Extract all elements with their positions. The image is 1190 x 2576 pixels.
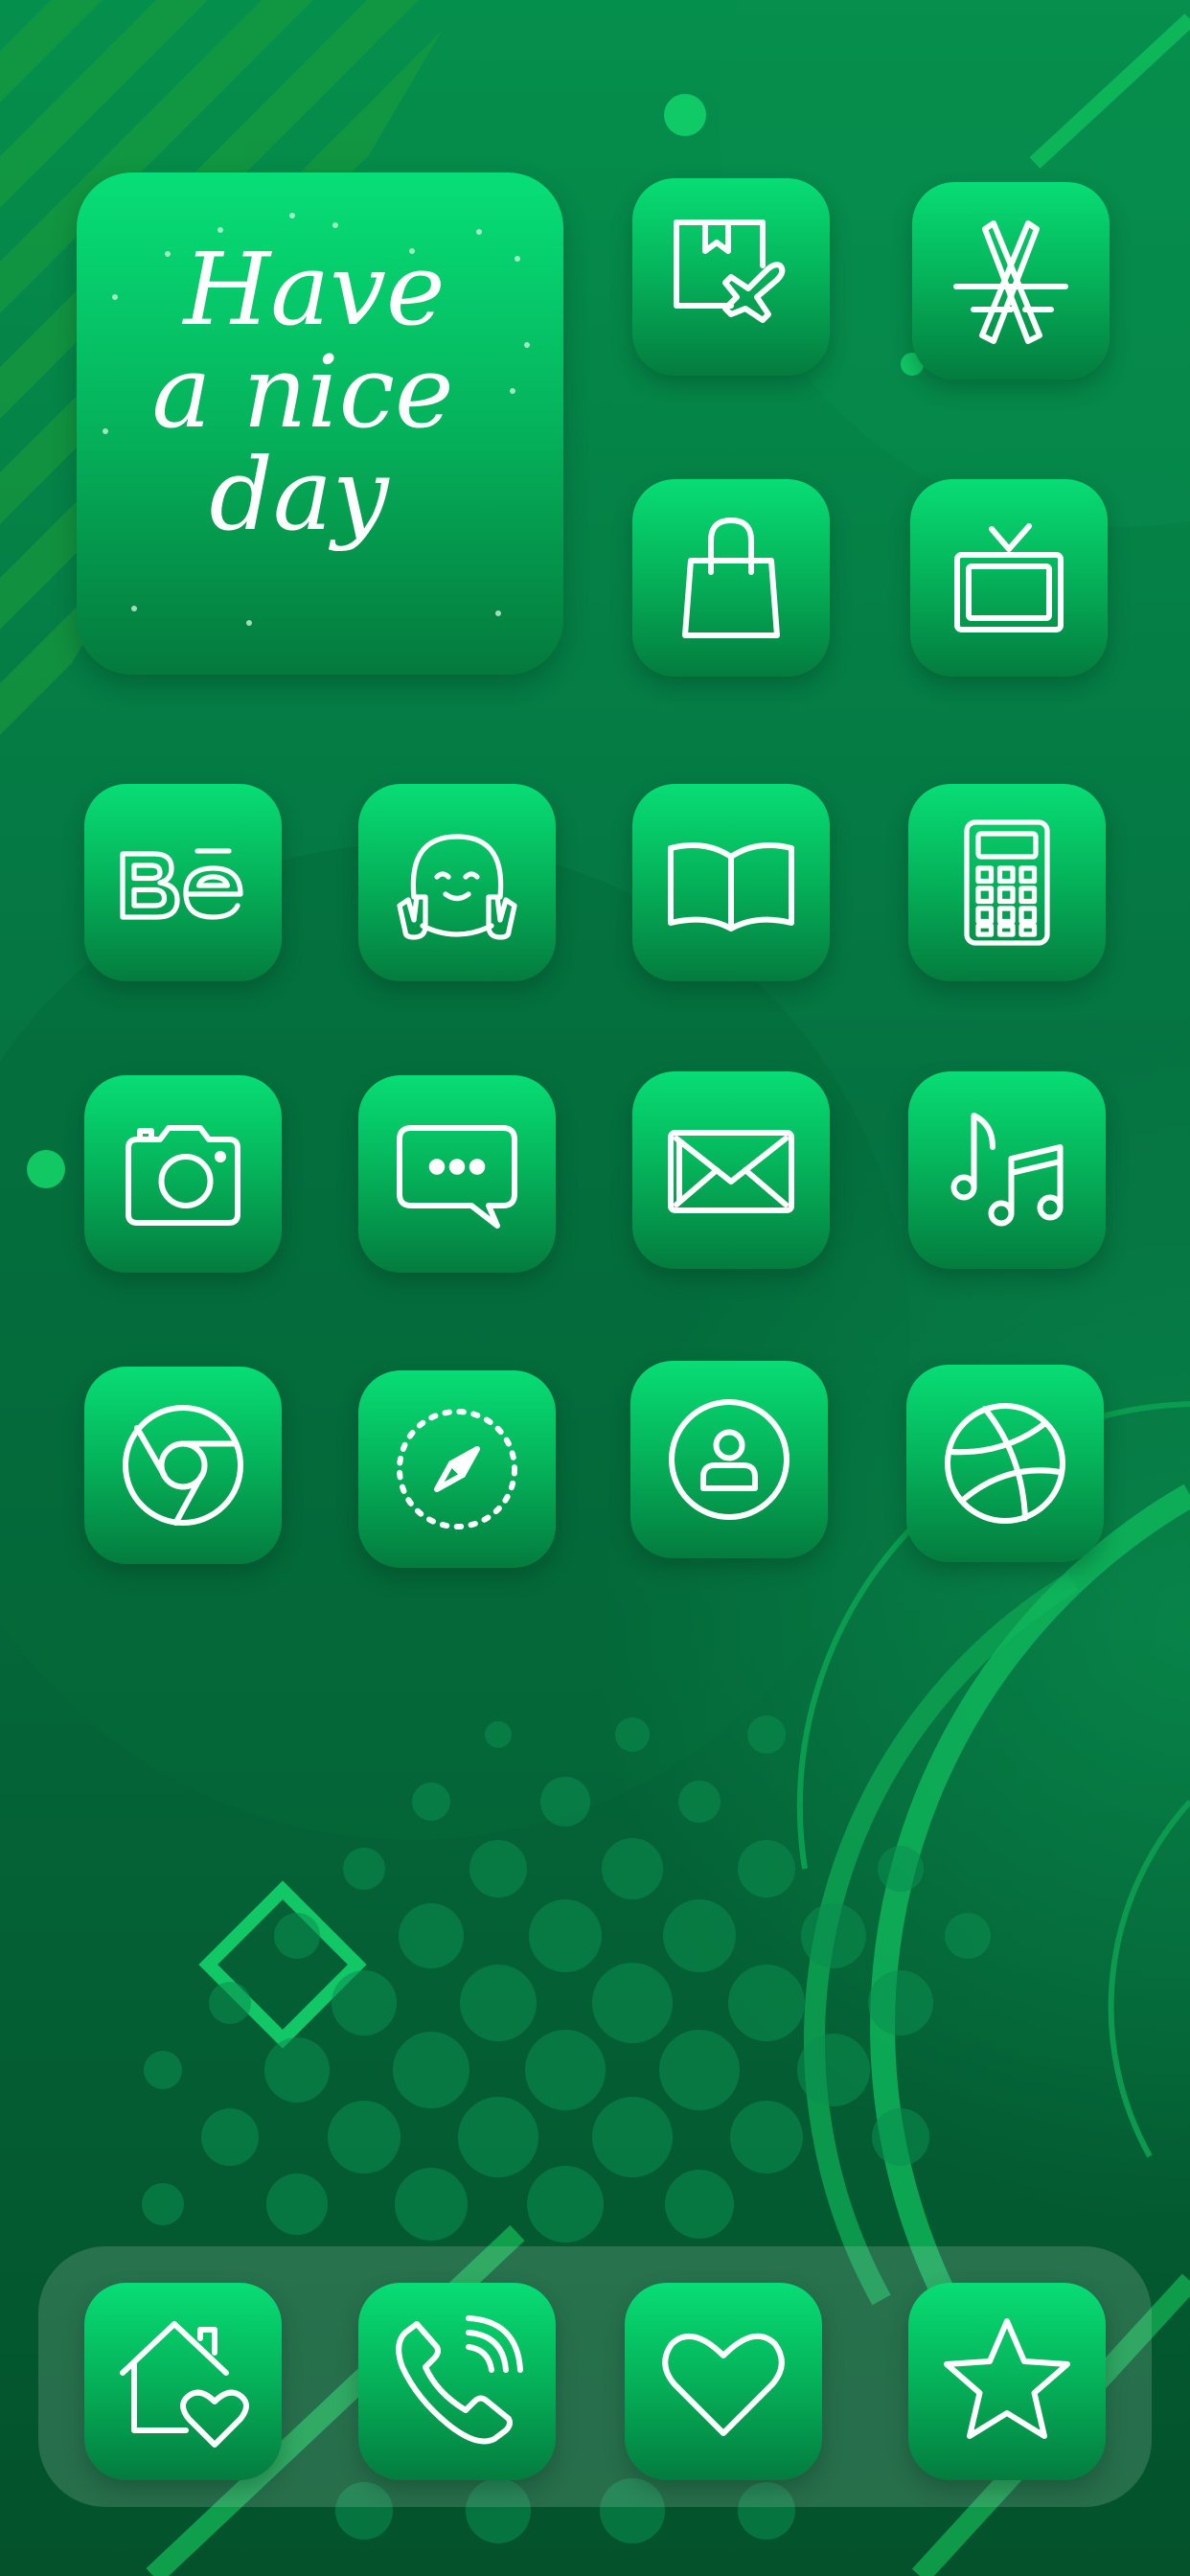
- calculator-icon: [935, 811, 1079, 954]
- favorites-dock-icon[interactable]: [625, 2283, 822, 2480]
- basketball-icon: [933, 1392, 1077, 1535]
- smiley-peace-icon: [385, 811, 529, 954]
- open-book-icon: [659, 811, 803, 954]
- camera-app-icon[interactable]: [84, 1075, 282, 1273]
- app-store-app-icon[interactable]: [912, 182, 1110, 380]
- behance-icon: [111, 811, 255, 954]
- phone-icon: [385, 2310, 529, 2453]
- shopping-app-icon[interactable]: [632, 479, 830, 677]
- heart-icon: [652, 2310, 795, 2453]
- star-icon: [935, 2310, 1079, 2453]
- books-app-icon[interactable]: [632, 784, 830, 981]
- widget-line-3: day: [209, 436, 390, 553]
- app-store-icon: [939, 209, 1083, 353]
- have-a-nice-day-widget[interactable]: Have a nice day: [77, 172, 563, 675]
- tv-icon: [937, 506, 1081, 650]
- starred-dock-icon[interactable]: [908, 2283, 1106, 2480]
- house-heart-icon: [111, 2310, 255, 2453]
- messages-app-icon[interactable]: [358, 1075, 556, 1273]
- tv-app-icon[interactable]: [910, 479, 1108, 677]
- envelope-icon: [659, 1098, 803, 1242]
- chrome-icon: [111, 1393, 255, 1537]
- music-app-icon[interactable]: [908, 1071, 1106, 1269]
- phone-dock-icon[interactable]: [358, 2283, 556, 2480]
- calculator-app-icon[interactable]: [908, 784, 1106, 981]
- contacts-app-icon[interactable]: [630, 1361, 828, 1558]
- package-airplane-icon: [659, 205, 803, 349]
- camera-icon: [111, 1102, 255, 1246]
- widget-line-2: a nice: [151, 334, 453, 450]
- chat-bubble-icon: [385, 1102, 529, 1246]
- widget-line-1: Have: [182, 231, 446, 348]
- safari-app-icon[interactable]: [358, 1370, 556, 1568]
- mail-app-icon[interactable]: [632, 1071, 830, 1269]
- delivery-app-icon[interactable]: [632, 178, 830, 376]
- person-circle-icon: [657, 1388, 801, 1531]
- dribbble-app-icon[interactable]: [906, 1365, 1104, 1562]
- behance-app-icon[interactable]: [84, 784, 282, 981]
- shopping-bag-icon: [659, 506, 803, 650]
- music-notes-icon: [935, 1098, 1079, 1242]
- home-dock-icon[interactable]: [84, 2283, 282, 2480]
- social-app-icon[interactable]: [358, 784, 556, 981]
- chrome-app-icon[interactable]: [84, 1367, 282, 1564]
- compass-icon: [385, 1397, 529, 1541]
